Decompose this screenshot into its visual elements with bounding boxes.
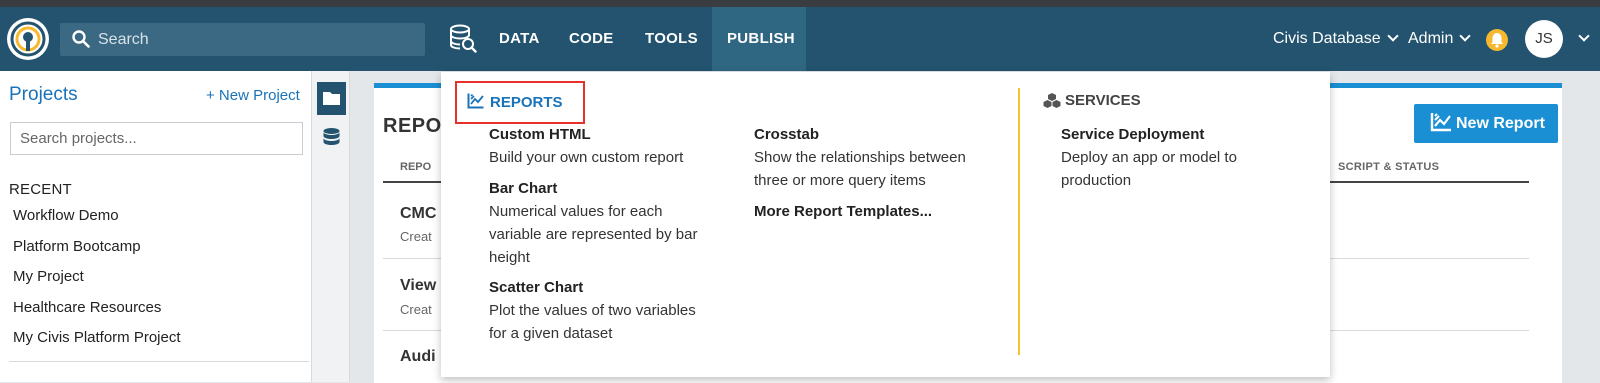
sidebar-title[interactable]: Projects <box>9 84 78 106</box>
nav-publish[interactable]: PUBLISH <box>712 7 806 71</box>
reports-heading-label: REPORTS <box>490 94 563 111</box>
report-row-title[interactable]: CMC <box>400 205 436 223</box>
menu-item-scatter-chart-desc[interactable]: Plot the values of two variables for a g… <box>489 299 714 345</box>
folder-icon <box>323 92 340 105</box>
menu-item-custom-html[interactable]: Custom HTML <box>489 126 591 143</box>
recent-item-my-civis-platform-project[interactable]: My Civis Platform Project <box>13 329 181 346</box>
recent-item-healthcare-resources[interactable]: Healthcare Resources <box>13 299 161 316</box>
nav-code[interactable]: CODE <box>554 7 629 71</box>
menu-item-crosstab-desc[interactable]: Show the relationships between three or … <box>754 146 989 192</box>
page-scrollbar[interactable] <box>1570 71 1600 382</box>
civis-logo-icon[interactable] <box>5 16 51 62</box>
report-row-title[interactable]: View <box>400 277 436 295</box>
chart-icon <box>467 93 484 109</box>
menu-item-scatter-chart[interactable]: Scatter Chart <box>489 279 583 296</box>
admin-label: Admin <box>1408 30 1454 47</box>
icon-rail <box>311 71 350 382</box>
menu-item-more-report-templates[interactable]: More Report Templates... <box>754 203 932 220</box>
report-row-title[interactable]: Audi <box>400 348 436 366</box>
nav-tools[interactable]: TOOLS <box>630 7 713 71</box>
report-row-subtitle: Creat <box>400 302 432 317</box>
data-rail-button[interactable] <box>317 121 346 154</box>
report-row-subtitle: Creat <box>400 229 432 244</box>
menu-item-bar-chart[interactable]: Bar Chart <box>489 180 557 197</box>
chevron-down-icon <box>1386 30 1399 42</box>
database-selector[interactable]: Civis Database <box>1273 7 1399 71</box>
new-project-link[interactable]: + New Project <box>206 87 300 104</box>
database-label: Civis Database <box>1273 30 1381 47</box>
chart-icon <box>1430 113 1451 132</box>
nav-data[interactable]: DATA <box>484 7 555 71</box>
projects-rail-button[interactable] <box>317 82 346 115</box>
column-header-report[interactable]: REPO <box>400 161 431 173</box>
database-search-icon[interactable] <box>449 24 477 54</box>
top-navbar: DATA CODE TOOLS PUBLISH Civis Database A… <box>0 7 1600 71</box>
section-divider <box>1018 88 1020 355</box>
project-search-input[interactable] <box>10 122 303 155</box>
recent-item-my-project[interactable]: My Project <box>13 268 84 285</box>
global-search[interactable] <box>60 23 425 56</box>
window-top-strip <box>0 0 1600 7</box>
avatar-chevron-down-icon[interactable] <box>1578 30 1590 42</box>
menu-item-service-deployment-desc[interactable]: Deploy an app or model to production <box>1061 146 1261 192</box>
database-icon <box>323 128 340 145</box>
search-input[interactable] <box>98 23 418 56</box>
recent-item-workflow-demo[interactable]: Workflow Demo <box>13 207 119 224</box>
new-report-label: New Report <box>1456 115 1545 132</box>
search-icon <box>72 30 90 48</box>
menu-item-crosstab[interactable]: Crosstab <box>754 126 819 143</box>
chevron-down-icon <box>1459 30 1472 42</box>
menu-item-bar-chart-desc[interactable]: Numerical values for each variable are r… <box>489 200 714 269</box>
admin-menu[interactable]: Admin <box>1408 7 1472 71</box>
user-avatar[interactable]: JS <box>1525 20 1563 58</box>
projects-sidebar: Projects + New Project RECENT Workflow D… <box>0 71 311 382</box>
menu-item-service-deployment[interactable]: Service Deployment <box>1061 126 1204 143</box>
new-report-button[interactable]: New Report <box>1414 104 1558 143</box>
sidebar-divider <box>9 361 309 362</box>
cubes-icon <box>1043 93 1061 108</box>
reports-section-heading[interactable]: REPORTS <box>455 81 585 124</box>
notification-bell-icon[interactable] <box>1486 29 1508 51</box>
recent-heading: RECENT <box>9 181 72 198</box>
services-heading-label: SERVICES <box>1065 92 1141 109</box>
column-header-script-status[interactable]: SCRIPT & STATUS <box>1338 161 1439 173</box>
menu-item-custom-html-desc[interactable]: Build your own custom report <box>489 146 719 169</box>
page-title: REPO <box>383 115 442 137</box>
publish-dropdown-menu: REPORTS Custom HTML Build your own custo… <box>441 72 1330 377</box>
recent-item-platform-bootcamp[interactable]: Platform Bootcamp <box>13 238 141 255</box>
